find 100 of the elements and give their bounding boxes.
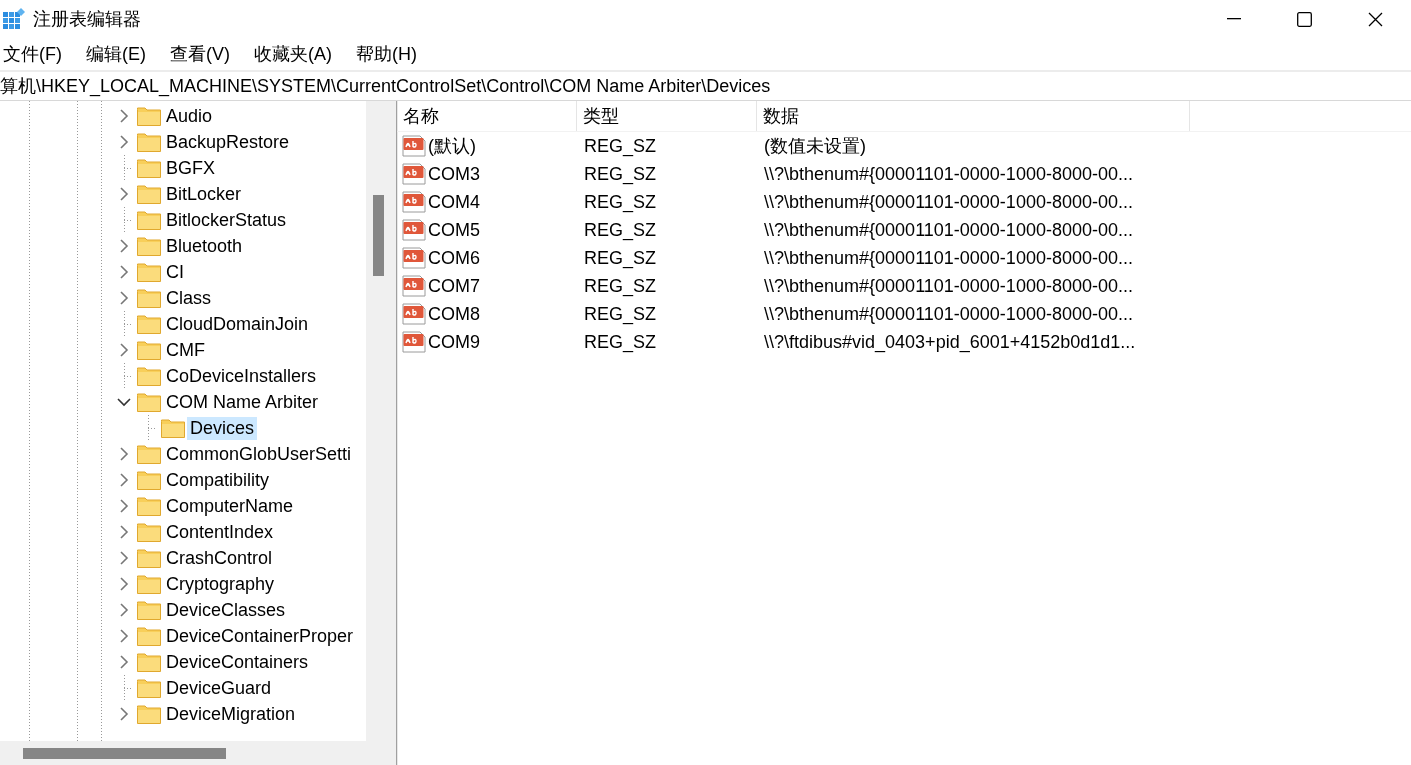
folder-icon: [137, 184, 161, 204]
value-data: \\?\bthenum#{00001101-0000-1000-8000-00...: [763, 191, 1134, 213]
folder-icon: [137, 470, 161, 490]
value-name: COM7: [428, 275, 480, 297]
horizontal-scrollbar[interactable]: [0, 741, 366, 765]
chevron-right-icon[interactable]: [119, 109, 129, 123]
chevron-right-icon[interactable]: [119, 551, 129, 565]
folder-icon: [137, 392, 161, 412]
scrollbar-thumb[interactable]: [372, 195, 384, 276]
folder-icon: [137, 158, 161, 178]
tree-item[interactable]: COM Name Arbiter: [163, 390, 322, 414]
folder-icon: [137, 522, 161, 542]
string-value-icon: [402, 163, 426, 185]
column-header[interactable]: 数据: [757, 101, 1190, 131]
address-bar[interactable]: 算机\HKEY_LOCAL_MACHINE\SYSTEM\CurrentControlSet\Control\COM Name Arbiter\Devices: [0, 72, 1411, 100]
tree-item[interactable]: DeviceGuard: [163, 676, 275, 700]
tree-item[interactable]: BGFX: [163, 156, 218, 180]
folder-icon: [137, 574, 161, 594]
column-header[interactable]: 类型: [577, 101, 757, 131]
value-type: REG_SZ: [583, 331, 658, 353]
tree-item[interactable]: Compatibility: [163, 468, 273, 492]
folder-icon: [137, 600, 161, 620]
tree-item[interactable]: Class: [163, 286, 214, 310]
menu-item[interactable]: 文件(F): [0, 42, 73, 66]
value-data: \\?\bthenum#{00001101-0000-1000-8000-00...: [763, 303, 1134, 325]
chevron-right-icon[interactable]: [119, 603, 129, 617]
tree-item[interactable]: BitLocker: [163, 182, 245, 206]
tree-item[interactable]: DeviceMigration: [163, 702, 299, 726]
menu-item[interactable]: 查看(V): [167, 42, 241, 66]
tree-item[interactable]: DeviceContainers: [163, 650, 312, 674]
value-name: COM4: [428, 191, 480, 213]
maximize-icon: [1297, 11, 1312, 27]
value-type: REG_SZ: [583, 135, 658, 157]
folder-icon: [137, 236, 161, 256]
string-value-icon: [402, 275, 426, 297]
tree-item[interactable]: DeviceClasses: [163, 598, 289, 622]
string-value-icon: [402, 135, 426, 157]
folder-icon: [137, 704, 161, 724]
chevron-right-icon[interactable]: [119, 707, 129, 721]
folder-icon: [137, 626, 161, 646]
tree-item[interactable]: Audio: [163, 104, 216, 128]
value-data: \\?\bthenum#{00001101-0000-1000-8000-00...: [763, 163, 1134, 185]
folder-icon: [137, 444, 161, 464]
chevron-right-icon[interactable]: [119, 291, 129, 305]
chevron-right-icon[interactable]: [119, 187, 129, 201]
value-data: \\?\ftdibus#vid_0403+pid_6001+4152b0d1d1...: [763, 331, 1137, 353]
tree-item[interactable]: CloudDomainJoin: [163, 312, 312, 336]
folder-icon: [137, 132, 161, 152]
tree-item[interactable]: CI: [163, 260, 187, 284]
folder-icon: [137, 652, 161, 672]
tree-item[interactable]: Bluetooth: [163, 234, 246, 258]
scrollbar-thumb[interactable]: [23, 747, 226, 759]
value-name: COM6: [428, 247, 480, 269]
tree-item[interactable]: ContentIndex: [163, 520, 277, 544]
chevron-right-icon[interactable]: [119, 473, 129, 487]
chevron-down-icon[interactable]: [117, 397, 131, 407]
folder-icon: [137, 210, 161, 230]
tree-item[interactable]: CommonGlobUserSetti: [163, 442, 355, 466]
chevron-right-icon[interactable]: [119, 447, 129, 461]
folder-icon: [137, 496, 161, 516]
string-value-icon: [402, 191, 426, 213]
window-title: 注册表编辑器: [33, 8, 141, 31]
folder-icon: [137, 262, 161, 282]
value-name: COM8: [428, 303, 480, 325]
menu-item[interactable]: 收藏夹(A): [251, 42, 343, 66]
tree-item[interactable]: Cryptography: [163, 572, 278, 596]
tree-item[interactable]: CMF: [163, 338, 208, 362]
tree-item[interactable]: DeviceContainerProper: [163, 624, 357, 648]
chevron-right-icon[interactable]: [119, 343, 129, 357]
chevron-right-icon[interactable]: [119, 577, 129, 591]
tree-item[interactable]: Devices: [187, 416, 258, 440]
tree-item[interactable]: CoDeviceInstallers: [163, 364, 320, 388]
tree-item[interactable]: CrashControl: [163, 546, 276, 570]
value-type: REG_SZ: [583, 275, 658, 297]
value-type: REG_SZ: [583, 163, 658, 185]
value-name: (默认): [428, 135, 476, 158]
chevron-right-icon[interactable]: [119, 265, 129, 279]
value-type: REG_SZ: [583, 303, 658, 325]
string-value-icon: [402, 303, 426, 325]
chevron-right-icon[interactable]: [119, 239, 129, 253]
column-header[interactable]: 名称: [397, 101, 577, 131]
chevron-right-icon[interactable]: [119, 629, 129, 643]
folder-icon: [161, 418, 185, 438]
folder-icon: [137, 314, 161, 334]
string-value-icon: [402, 247, 426, 269]
chevron-right-icon[interactable]: [119, 135, 129, 149]
chevron-right-icon[interactable]: [119, 525, 129, 539]
chevron-right-icon[interactable]: [119, 499, 129, 513]
value-name: COM9: [428, 331, 480, 353]
menu-item[interactable]: 帮助(H): [353, 42, 428, 66]
value-data: (数值未设置): [763, 135, 867, 158]
tree-item[interactable]: BackupRestore: [163, 130, 293, 154]
folder-icon: [137, 678, 161, 698]
registry-app-icon: [3, 8, 25, 30]
menu-item[interactable]: 编辑(E): [83, 42, 157, 66]
value-data: \\?\bthenum#{00001101-0000-1000-8000-00...: [763, 219, 1134, 241]
tree-item[interactable]: ComputerName: [163, 494, 297, 518]
tree-item[interactable]: BitlockerStatus: [163, 208, 290, 232]
chevron-right-icon[interactable]: [119, 655, 129, 669]
string-value-icon: [402, 331, 426, 353]
